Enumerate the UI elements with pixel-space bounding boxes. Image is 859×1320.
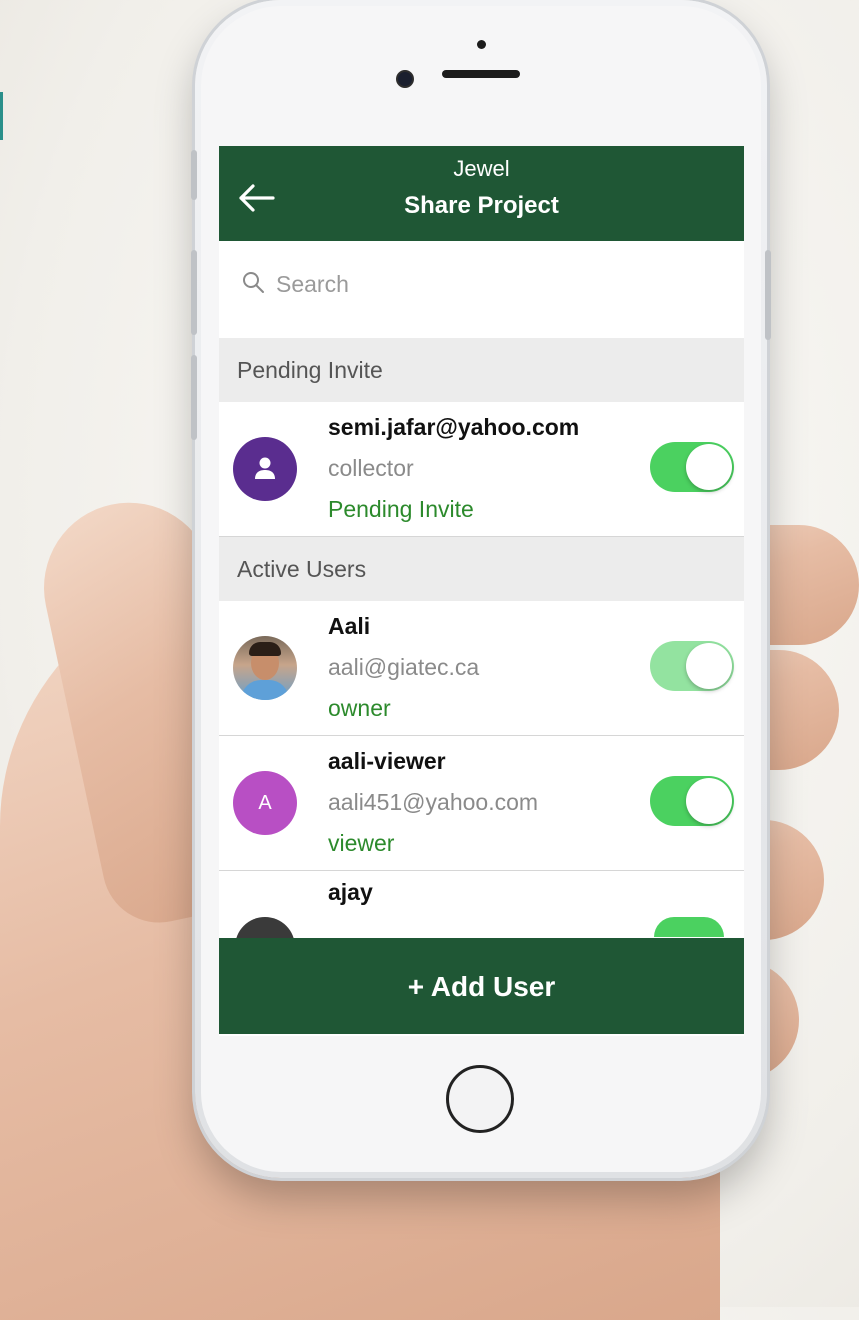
user-name: semi.jafar@yahoo.com [328, 414, 580, 440]
app-screen: Jewel Share Project Pending Invite semi.… [219, 146, 744, 1036]
access-toggle[interactable] [650, 776, 734, 826]
list-item[interactable]: A aali-viewer aali451@yahoo.com viewer [219, 736, 744, 871]
section-header-pending: Pending Invite [219, 338, 744, 402]
list-item[interactable]: semi.jafar@yahoo.com collector Pending I… [219, 402, 744, 537]
user-role: collector [328, 455, 414, 481]
avatar-photo-shirt [241, 680, 289, 700]
home-button[interactable] [446, 1065, 514, 1133]
section-header-active: Active Users [219, 537, 744, 601]
mute-switch [191, 150, 197, 200]
user-email: aali@giatec.ca [328, 654, 480, 680]
toggle-knob [686, 643, 732, 689]
user-email: aali451@yahoo.com [328, 789, 539, 815]
avatar [233, 636, 297, 700]
user-role: viewer [328, 830, 395, 856]
project-name: Jewel [453, 156, 510, 181]
access-toggle[interactable] [650, 641, 734, 691]
avatar-photo-hair [249, 642, 281, 656]
toggle-knob [686, 444, 732, 490]
avatar: A [233, 771, 297, 835]
power-button [765, 250, 771, 340]
user-name: Aali [328, 613, 371, 639]
access-toggle[interactable] [650, 442, 734, 492]
add-user-button[interactable]: + Add User [219, 938, 744, 1034]
list-item[interactable]: ajay [219, 871, 744, 977]
toggle-knob [686, 778, 732, 824]
background-accent [0, 92, 3, 140]
volume-down-button [191, 355, 197, 440]
user-name: ajay [328, 879, 373, 905]
invite-status: Pending Invite [328, 496, 474, 522]
front-camera-icon [396, 70, 414, 88]
search-icon [243, 272, 264, 293]
access-toggle[interactable] [654, 917, 724, 937]
proximity-sensor [477, 40, 486, 49]
list-item[interactable]: Aali aali@giatec.ca owner [219, 601, 744, 736]
volume-up-button [191, 250, 197, 335]
earpiece-speaker [442, 70, 520, 78]
avatar [233, 437, 297, 501]
search-input[interactable] [274, 263, 698, 305]
search-bar [219, 241, 744, 338]
user-role: owner [328, 695, 391, 721]
top-bar: Jewel Share Project [219, 146, 744, 241]
page-title: Share Project [404, 192, 559, 219]
user-icon [255, 457, 275, 479]
user-name: aali-viewer [328, 748, 446, 774]
